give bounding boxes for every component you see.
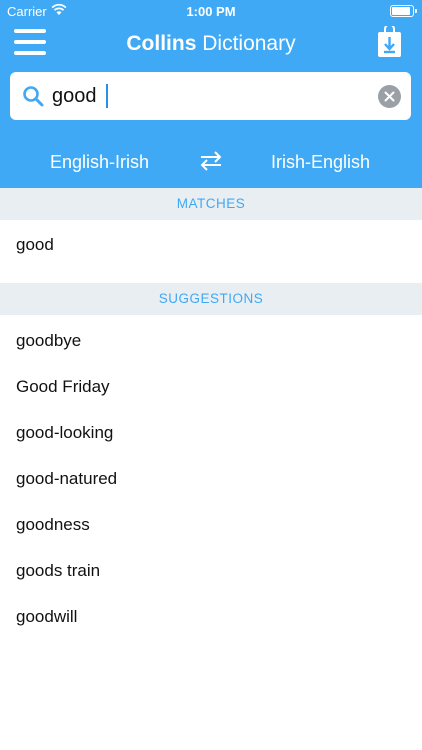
battery-icon: [390, 5, 417, 17]
language-irish-english[interactable]: Irish-English: [271, 152, 370, 173]
status-time: 1:00 PM: [186, 4, 236, 19]
suggestion-item[interactable]: goodness: [16, 515, 90, 535]
language-english-irish[interactable]: English-Irish: [50, 152, 149, 173]
clear-icon[interactable]: [378, 85, 401, 108]
suggestion-item[interactable]: Good Friday: [16, 377, 110, 397]
matches-header: MATCHES: [0, 188, 422, 220]
title-rest: Dictionary: [196, 32, 296, 55]
header: Carrier 1:00 PM Collins Dictionary good …: [0, 0, 422, 188]
app-title: Collins Dictionary: [0, 32, 422, 56]
match-item[interactable]: good: [16, 235, 54, 255]
suggestions-header: SUGGESTIONS: [0, 283, 422, 315]
title-brand: Collins: [126, 32, 197, 55]
download-icon[interactable]: [377, 26, 402, 58]
suggestion-item[interactable]: goods train: [16, 561, 100, 581]
text-cursor: [106, 84, 108, 108]
suggestion-item[interactable]: good-natured: [16, 469, 117, 489]
search-input[interactable]: [52, 80, 372, 112]
search-icon: [23, 86, 44, 107]
status-bar: Carrier 1:00 PM: [0, 0, 422, 22]
suggestion-item[interactable]: goodbye: [16, 331, 81, 351]
swap-arrows-icon[interactable]: [199, 150, 223, 172]
suggestion-item[interactable]: good-looking: [16, 423, 113, 443]
search-box: [10, 72, 411, 120]
suggestion-item[interactable]: goodwill: [16, 607, 77, 627]
